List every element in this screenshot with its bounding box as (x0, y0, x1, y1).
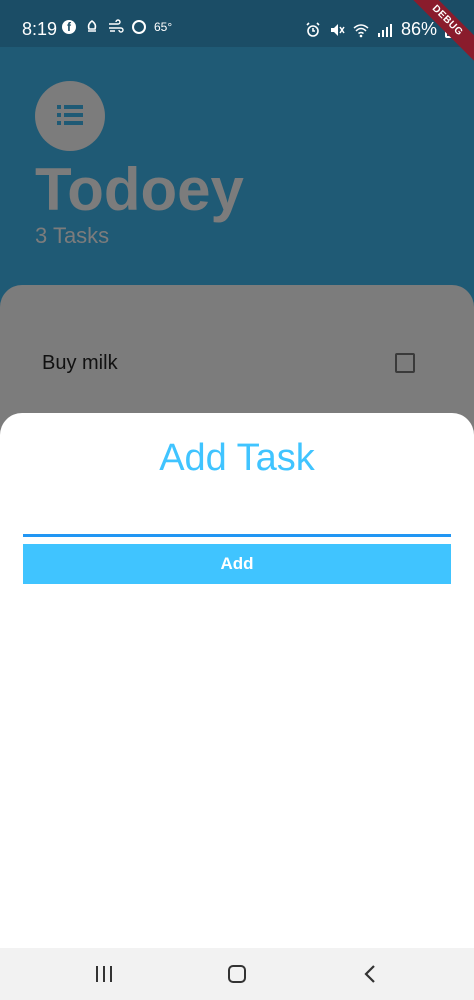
status-left-icons: f 65° (62, 19, 172, 35)
signal-icon (377, 23, 392, 37)
sheet-title: Add Task (159, 437, 315, 479)
task-checkbox[interactable] (395, 353, 415, 373)
menu-avatar-button[interactable] (35, 81, 105, 151)
battery-percent: 86% (400, 19, 437, 39)
list-icon (57, 105, 83, 125)
alarm-icon (306, 21, 320, 37)
status-right-icons: 86% (305, 19, 454, 40)
notification-icon (87, 20, 97, 32)
status-time: 8:19 (22, 19, 58, 39)
wifi-icon (353, 23, 369, 37)
home-icon[interactable] (228, 965, 246, 983)
new-task-input[interactable] (23, 505, 451, 537)
add-task-sheet: Add Task Add (0, 413, 474, 948)
navigation-bar (0, 948, 474, 1000)
task-title: Buy milk (42, 352, 118, 374)
facebook-icon: f (62, 20, 76, 34)
list-item[interactable]: Buy milk (0, 340, 474, 390)
header: Todoey 3 Tasks (0, 47, 474, 287)
app-icon (132, 20, 146, 34)
app-title: Todoey (35, 156, 244, 223)
task-count: 3 Tasks (35, 223, 110, 248)
back-icon[interactable] (362, 964, 378, 984)
wind-icon (109, 19, 124, 33)
status-bar: 8:19 f 65° 86% (0, 0, 474, 47)
status-temperature: 65° (154, 20, 173, 34)
mute-icon (330, 23, 345, 36)
add-task-button[interactable]: Add (23, 544, 451, 584)
recents-icon[interactable] (96, 966, 114, 982)
